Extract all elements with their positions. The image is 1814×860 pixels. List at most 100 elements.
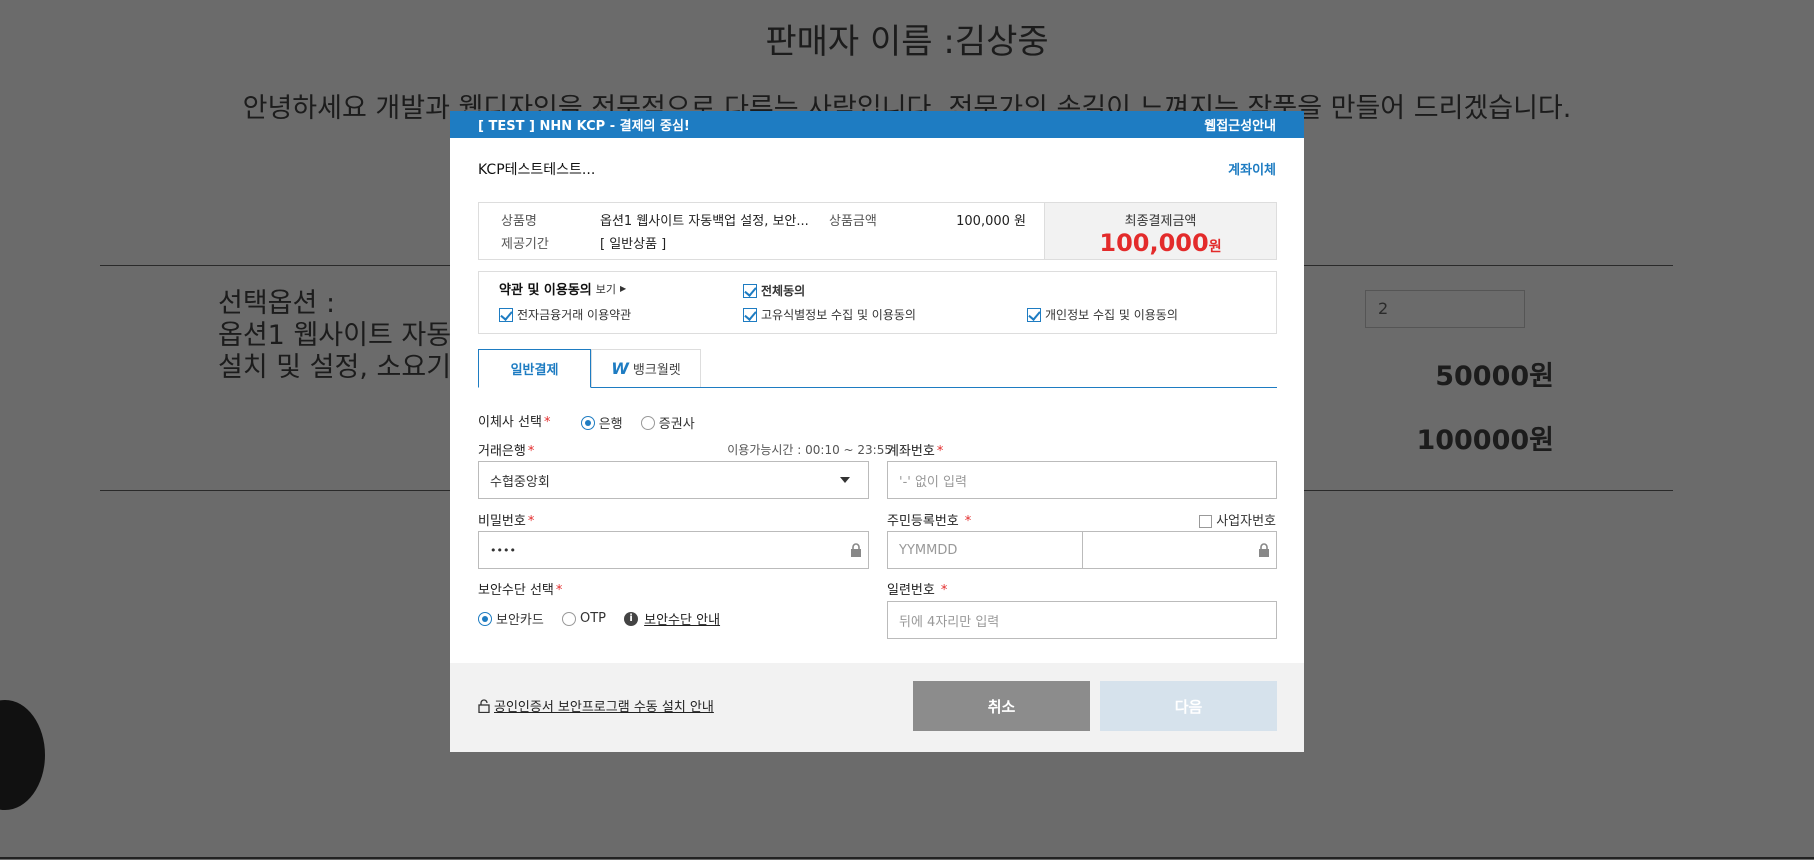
divider bbox=[0, 857, 1814, 859]
product-summary: 상품명 옵션1 웹사이트 자동백업 설정, 보안... 제공기간 [ 일반상품 … bbox=[478, 202, 1277, 260]
available-hours-text: 이용가능시간 : 00:10 ~ 23:55 bbox=[727, 443, 892, 457]
lock-icon bbox=[851, 543, 861, 557]
radio-securities-label: 증권사 bbox=[658, 417, 695, 432]
transfer-select-row: 이체사 선택 * 은행 증권사 bbox=[478, 411, 709, 432]
account-number-input[interactable]: '-' 없이 입력 bbox=[887, 461, 1277, 499]
checkbox-checked-icon bbox=[499, 307, 513, 322]
cert-guide-text: 공인인증서 보안프로그램 수동 설치 안내 bbox=[494, 700, 714, 715]
rrn-placeholder: YYMMDD bbox=[899, 542, 958, 558]
payment-modal: [ TEST ] NHN KCP - 결제의 중심! 웹접근성안내 KCP테스트… bbox=[450, 111, 1304, 752]
terms-checkbox-3[interactable]: 개인정보 수집 및 이용동의 bbox=[1027, 306, 1178, 323]
required-mark: * bbox=[543, 415, 551, 430]
password-label-row: 비밀번호 * bbox=[478, 510, 534, 529]
password-value: •••• bbox=[490, 543, 516, 557]
terms-checkbox-1[interactable]: 전자금융거래 이용약관 bbox=[499, 306, 631, 323]
all-agree-label: 전체동의 bbox=[761, 284, 806, 298]
terms-item-label: 전자금융거래 이용약관 bbox=[517, 308, 632, 322]
required-mark: * bbox=[964, 514, 972, 529]
final-amount-label: 최종결제금액 bbox=[1124, 214, 1197, 229]
quantity-input[interactable]: 2 bbox=[1365, 290, 1525, 328]
bank-label: 거래은행 bbox=[478, 444, 526, 459]
option-line: 설치 및 설정, 소요기 bbox=[218, 352, 452, 383]
bank-select-value: 수협중앙회 bbox=[490, 474, 550, 490]
final-amount-box: 최종결제금액 100,000원 bbox=[1044, 203, 1276, 259]
radio-security-card[interactable] bbox=[478, 611, 492, 626]
cert-guide-link[interactable]: 공인인증서 보안프로그램 수동 설치 안내 bbox=[478, 696, 714, 715]
rrn-label-row: 주민등록번호 * bbox=[887, 510, 971, 529]
arrow-right-icon: ▶ bbox=[620, 284, 627, 293]
terms-item-label: 개인정보 수집 및 이용동의 bbox=[1045, 308, 1178, 322]
final-amount: 100,000원 bbox=[1045, 229, 1276, 257]
amount-value: 100,000 원 bbox=[956, 214, 1026, 229]
payment-tabs: 일반결제 W 뱅크월렛 bbox=[478, 349, 1277, 388]
product-name-value: 옵션1 웹사이트 자동백업 설정, 보안... bbox=[600, 214, 809, 229]
security-label: 보안수단 선택 bbox=[478, 583, 554, 598]
info-icon: i bbox=[624, 611, 639, 626]
cancel-button[interactable]: 취소 bbox=[913, 681, 1090, 731]
option-line: 옵션1 웹사이트 자동 bbox=[218, 320, 452, 351]
required-mark: * bbox=[555, 583, 563, 598]
tab-bankwallet-label: 뱅크월렛 bbox=[632, 363, 681, 378]
business-number-checkbox[interactable]: 사업자번호 bbox=[1199, 510, 1276, 529]
transfer-select-label: 이체사 선택 bbox=[478, 415, 542, 430]
security-guide-link[interactable]: 보안수단 안내 bbox=[644, 613, 720, 628]
merchant-name: KCP테스트테스트... bbox=[478, 162, 596, 178]
account-label-row: 계좌번호 * bbox=[887, 440, 943, 459]
modal-header: [ TEST ] NHN KCP - 결제의 중심! 웹접근성안내 bbox=[450, 111, 1304, 138]
next-button[interactable]: 다음 bbox=[1100, 681, 1277, 731]
serial-label-row: 일련번호 * bbox=[887, 579, 947, 598]
security-label-row: 보안수단 선택 * bbox=[478, 579, 562, 598]
security-options-row: 보안카드 OTP i 보안수단 안내 bbox=[478, 609, 720, 628]
radio-bank[interactable] bbox=[580, 415, 595, 430]
terms-title: 약관 및 이용동의 bbox=[499, 283, 592, 298]
radio-bank-label: 은행 bbox=[598, 417, 623, 432]
payment-method-link[interactable]: 계좌이체 bbox=[1228, 159, 1276, 178]
rrn-back-input[interactable] bbox=[1082, 531, 1277, 569]
rrn-front-input[interactable]: YYMMDD bbox=[887, 531, 1083, 569]
terms-box: 약관 및 이용동의 보기 ▶ 전체동의 전자금융거래 이용약관 고유식별정보 수… bbox=[478, 271, 1277, 334]
final-amount-unit: 원 bbox=[1208, 239, 1222, 255]
option-label: 선택옵션 : bbox=[218, 288, 336, 319]
rrn-label: 주민등록번호 bbox=[887, 514, 959, 529]
required-mark: * bbox=[936, 444, 944, 459]
radio-otp-label: OTP bbox=[579, 611, 606, 626]
floating-button[interactable] bbox=[0, 700, 45, 810]
checkbox-checked-icon bbox=[743, 307, 757, 322]
account-number-placeholder: '-' 없이 입력 bbox=[899, 474, 967, 490]
bank-label-row: 거래은행 * bbox=[478, 440, 534, 459]
terms-view-link[interactable]: 보기 bbox=[596, 281, 616, 297]
seller-name: 판매자 이름 :김상중 bbox=[765, 22, 1049, 62]
all-agree-checkbox[interactable]: 전체동의 bbox=[743, 282, 805, 299]
terms-item-label: 고유식별정보 수집 및 이용동의 bbox=[761, 308, 916, 322]
serial-number-placeholder: 뒤에 4자리만 입력 bbox=[899, 614, 1000, 630]
serial-number-input[interactable]: 뒤에 4자리만 입력 bbox=[887, 601, 1277, 639]
product-name-label: 상품명 bbox=[501, 214, 537, 229]
account-label: 계좌번호 bbox=[887, 444, 935, 459]
radio-security-card-label: 보안카드 bbox=[496, 613, 544, 628]
period-label: 제공기간 bbox=[501, 237, 549, 252]
modal-footer: 공인인증서 보안프로그램 수동 설치 안내 취소 다음 bbox=[450, 663, 1304, 752]
radio-securities[interactable] bbox=[640, 415, 655, 430]
radio-otp[interactable] bbox=[561, 611, 576, 626]
required-mark: * bbox=[527, 514, 535, 529]
option-text: 선택옵션 : 옵션1 웹사이트 자동 설치 및 설정, 소요기 bbox=[218, 288, 451, 384]
required-mark: * bbox=[527, 444, 535, 459]
checkbox-checked-icon bbox=[743, 283, 757, 298]
checkbox-checked-icon bbox=[1027, 307, 1041, 322]
lock-open-icon bbox=[478, 698, 490, 713]
bankwallet-icon: W bbox=[611, 359, 629, 378]
serial-label: 일련번호 bbox=[887, 583, 935, 598]
terms-title-row: 약관 및 이용동의 보기 ▶ bbox=[499, 279, 627, 299]
password-label: 비밀번호 bbox=[478, 514, 526, 529]
password-input[interactable]: •••• bbox=[478, 531, 869, 569]
final-amount-value: 100,000 bbox=[1099, 229, 1209, 257]
terms-checkbox-2[interactable]: 고유식별정보 수집 및 이용동의 bbox=[743, 306, 916, 323]
unit-price: 50000원 bbox=[1435, 361, 1554, 392]
tab-bankwallet[interactable]: W 뱅크월렛 bbox=[591, 349, 701, 387]
required-mark: * bbox=[940, 583, 948, 598]
bank-select[interactable]: 수협중앙회 bbox=[478, 461, 869, 499]
total-price: 100000원 bbox=[1416, 425, 1554, 456]
tab-general[interactable]: 일반결제 bbox=[478, 349, 591, 388]
accessibility-link[interactable]: 웹접근성안내 bbox=[1204, 115, 1276, 134]
modal-title: [ TEST ] NHN KCP - 결제의 중심! bbox=[478, 119, 690, 134]
